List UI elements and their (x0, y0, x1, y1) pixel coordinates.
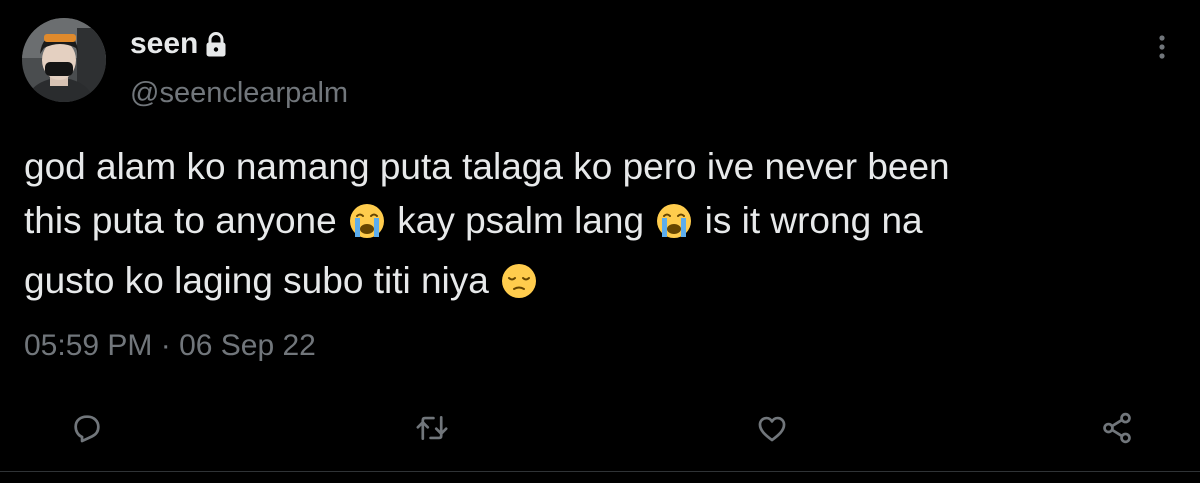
more-options-icon[interactable] (1148, 30, 1176, 64)
reply-button[interactable] (62, 405, 112, 455)
lock-icon (204, 32, 228, 58)
user-handle[interactable]: @seenclearpalm (130, 76, 348, 110)
tweet-text-line: gusto ko laging subo titi niya (24, 254, 1184, 314)
retweet-icon (414, 411, 450, 450)
tweet-text-line: this puta to anyone kay psalm lang is it… (24, 194, 1184, 254)
loudly-crying-face-emoji-icon (349, 200, 385, 254)
tweet-text-segment: this puta to anyone (24, 200, 347, 241)
tweet-text: god alam ko namang puta talaga ko pero i… (24, 140, 1184, 314)
heart-icon (755, 411, 789, 450)
author-name-row: seen (130, 26, 228, 62)
tweet-text-segment: gusto ko laging subo titi niya (24, 260, 500, 301)
reply-icon (70, 411, 104, 450)
pensive-face-emoji-icon (501, 260, 537, 314)
tweet-text-segment: is it wrong na (694, 200, 923, 241)
avatar[interactable] (22, 18, 106, 102)
retweet-button[interactable] (407, 405, 457, 455)
tweet-timestamp[interactable]: 05:59 PM · 06 Sep 22 (24, 328, 316, 364)
share-button[interactable] (1092, 405, 1142, 455)
tweet-text-segment: god alam ko namang puta talaga ko pero i… (24, 146, 950, 187)
tweet-text-line: god alam ko namang puta talaga ko pero i… (24, 140, 1184, 194)
divider (0, 471, 1200, 472)
share-icon (1100, 411, 1134, 450)
display-name[interactable]: seen (130, 26, 198, 62)
like-button[interactable] (747, 405, 797, 455)
tweet-actions (0, 405, 1200, 455)
tweet-card: seen @seenclearpalm god alam ko namang p… (0, 0, 1200, 483)
loudly-crying-face-emoji-icon (656, 200, 692, 254)
tweet-text-segment: kay psalm lang (386, 200, 655, 241)
